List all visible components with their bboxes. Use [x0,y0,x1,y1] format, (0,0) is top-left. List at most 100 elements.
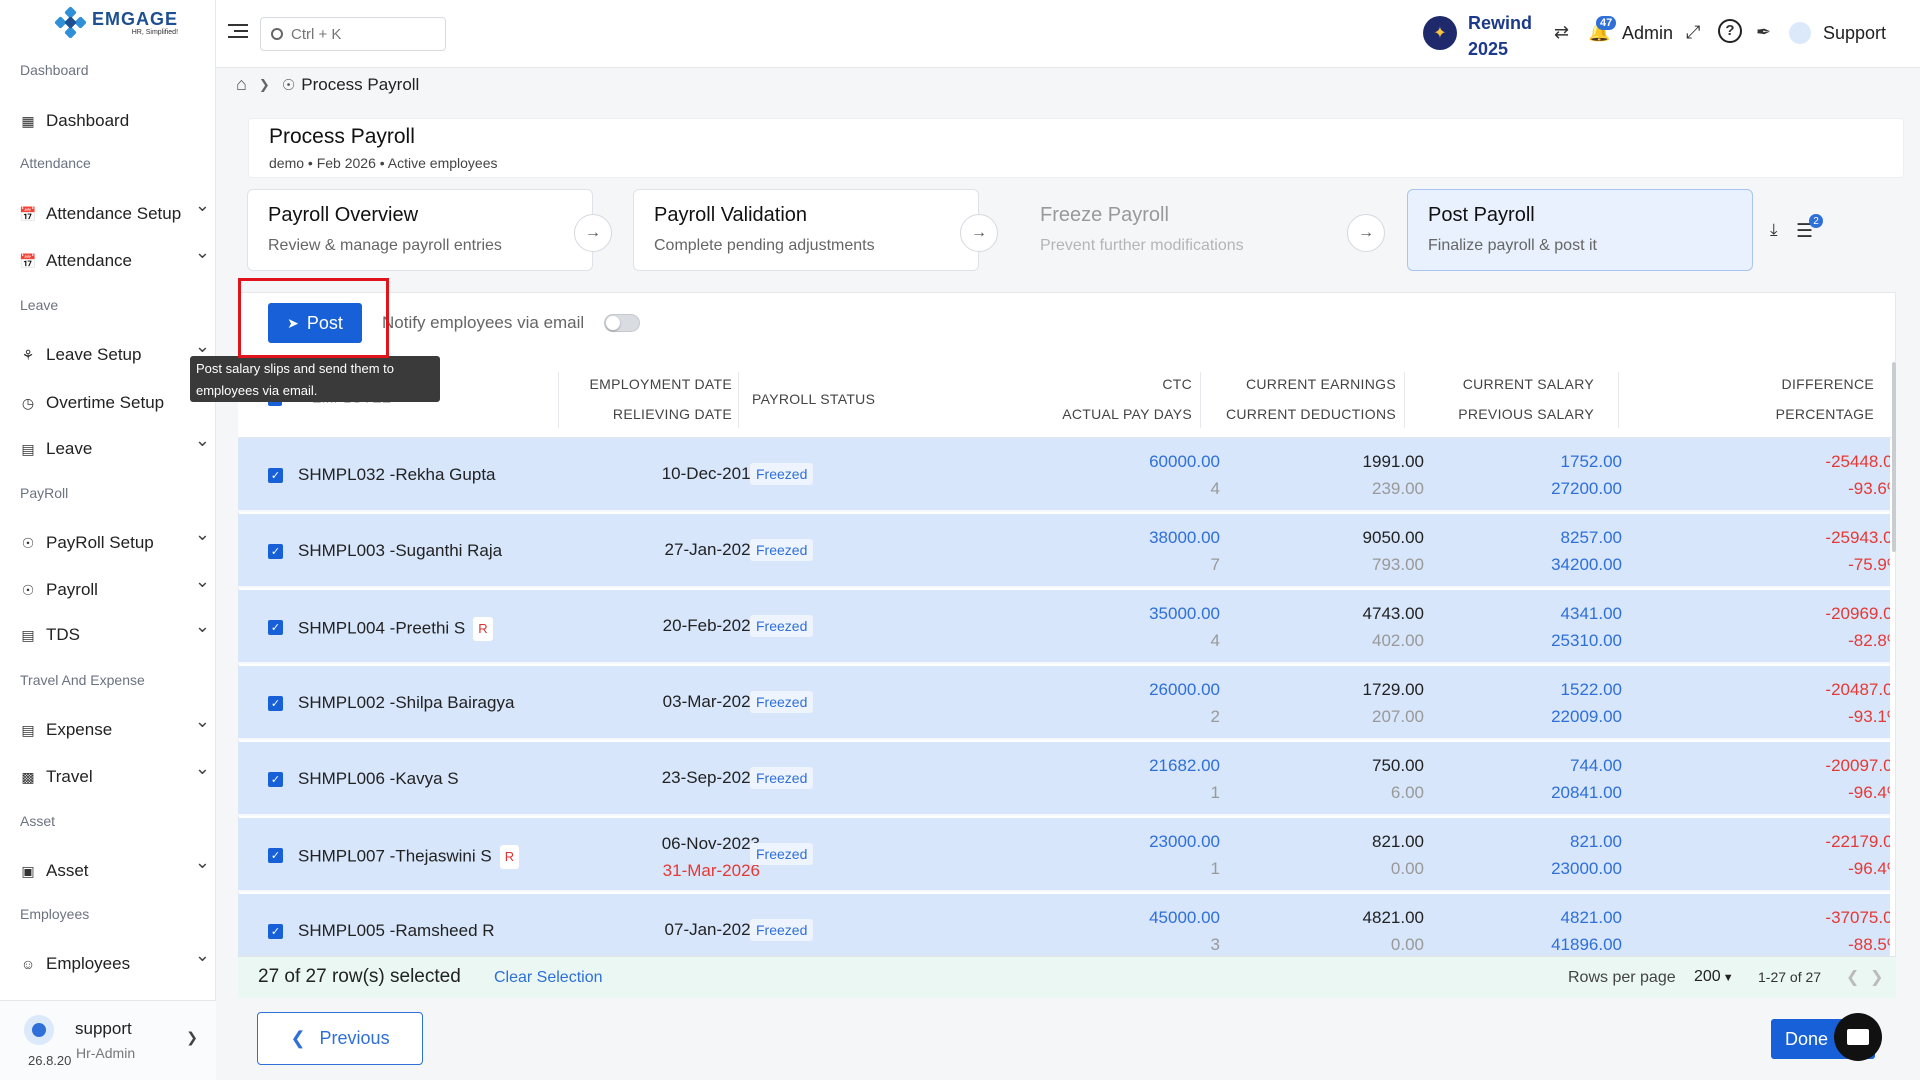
search-input[interactable] [291,25,431,43]
col-current-earnings[interactable]: CURRENT EARNINGS [1246,376,1396,392]
sidebar-item-dashboard[interactable]: ▦ Dashboard [20,104,210,138]
employee-name[interactable]: SHMPL006 -Kavya S [298,769,459,789]
table-row[interactable]: ✓ SHMPL003 -Suganthi Raja 27-Jan-2022 Freez… [238,514,1890,588]
col-ctc[interactable]: CTC [1162,376,1192,392]
col-difference[interactable]: DIFFERENCE [1782,376,1874,392]
search-box[interactable] [260,17,446,51]
support-menu[interactable]: Support [1823,23,1886,44]
current-salary-value[interactable]: 744.00 [1570,756,1622,776]
sidebar-item-attendance-setup[interactable]: 📅 Attendance Setup ⌄ [19,195,210,231]
notify-toggle[interactable] [604,314,640,332]
chevron-down-icon[interactable]: ⌄ [195,336,210,357]
ctc-value[interactable]: 21682.00 [1149,756,1220,776]
employee-name[interactable]: SHMPL002 -Shilpa Bairagya [298,693,514,713]
employee-name[interactable]: SHMPL007 -Thejaswini S R [298,845,520,869]
ctc-value[interactable]: 60000.00 [1149,452,1220,472]
row-checkbox[interactable]: ✓ [268,620,283,635]
row-checkbox[interactable]: ✓ [268,468,283,483]
sidebar-item-payroll-setup[interactable]: ☉ PayRoll Setup ⌄ [20,524,210,560]
chevron-down-icon[interactable]: ⌄ [195,571,210,592]
col-current-deductions[interactable]: CURRENT DEDUCTIONS [1226,406,1396,422]
current-salary-value[interactable]: 1522.00 [1561,680,1622,700]
current-salary-value[interactable]: 821.00 [1570,832,1622,852]
sidebar-item-travel[interactable]: ▩ Travel ⌄ [20,758,210,794]
sidebar-item-attendance[interactable]: 📅 Attendance ⌄ [19,242,210,278]
chevron-right-icon[interactable]: ❯ [186,1029,198,1046]
post-button[interactable]: ➤ Post [268,303,362,343]
table-row[interactable]: ✓ SHMPL032 -Rekha Gupta 10-Dec-2019 Freezed… [238,438,1890,512]
chevron-down-icon[interactable]: ⌄ [195,758,210,779]
row-checkbox[interactable]: ✓ [268,848,283,863]
sidebar-item-expense[interactable]: ▤ Expense ⌄ [20,711,210,747]
employee-name[interactable]: SHMPL003 -Suganthi Raja [298,541,502,561]
chevron-down-icon[interactable]: ⌄ [195,711,210,732]
sidebar-item-overtime-setup[interactable]: ◷Overtime Setup⌄ [20,384,210,420]
current-salary-value[interactable]: 4341.00 [1561,604,1622,624]
table-scrollbar[interactable] [1892,362,1896,552]
previous-salary-value[interactable]: 34200.00 [1551,555,1622,575]
next-page-icon[interactable]: ❯ [1870,967,1883,987]
employee-name[interactable]: SHMPL005 -Ramsheed R [298,921,495,941]
rewind-icon[interactable]: ✦ [1423,16,1457,50]
sidebar-item-leave[interactable]: ▤ Leave ⌄ [20,430,210,466]
chevron-down-icon[interactable]: ⌄ [195,430,210,451]
rewind-link[interactable]: Rewind 2025 [1468,10,1532,62]
prev-page-icon[interactable]: ❮ [1846,967,1859,987]
translate-icon[interactable]: ⇄ [1554,22,1569,43]
col-current-salary[interactable]: CURRENT SALARY [1463,376,1594,392]
previous-salary-value[interactable]: 23000.00 [1551,859,1622,879]
employee-name[interactable]: SHMPL032 -Rekha Gupta [298,465,496,485]
sidebar-item-tds[interactable]: ▤ TDS ⌄ [20,616,210,652]
current-salary-value[interactable]: 4821.00 [1561,908,1622,928]
previous-salary-value[interactable]: 41896.00 [1551,935,1622,955]
col-actual-pay-days[interactable]: ACTUAL PAY DAYS [1062,406,1192,422]
table-row[interactable]: ✓ SHMPL006 -Kavya S 23-Sep-2023 Freezed 2168… [238,742,1890,816]
chevron-down-icon[interactable]: ⌄ [195,242,210,263]
row-checkbox[interactable]: ✓ [268,772,283,787]
step-payroll-validation[interactable]: Payroll Validation Complete pending adju… [633,189,979,271]
current-salary-value[interactable]: 1752.00 [1561,452,1622,472]
ctc-value[interactable]: 23000.00 [1149,832,1220,852]
brand-logo[interactable]: EMGAGE HR, Simplified! [54,6,178,39]
col-payroll-status[interactable]: PAYROLL STATUS [752,391,875,407]
step-post-payroll[interactable]: Post Payroll Finalize payroll & post it [1407,189,1753,271]
clear-selection-link[interactable]: Clear Selection [494,969,603,987]
chevron-down-icon[interactable]: ⌄ [195,524,210,545]
menu-toggle-icon[interactable] [228,24,248,40]
admin-switch[interactable]: Admin [1622,23,1673,44]
help-icon[interactable]: ? [1718,19,1742,43]
table-row[interactable]: ✓ SHMPL007 -Thejaswini S R 06-Nov-2023 31-Ma… [238,818,1890,892]
ctc-value[interactable]: 45000.00 [1149,908,1220,928]
chevron-down-icon[interactable]: ⌄ [195,852,210,873]
row-checkbox[interactable]: ✓ [268,924,283,939]
mail-icon[interactable] [1834,1013,1882,1061]
table-row[interactable]: ✓ SHMPL005 -Ramsheed R 07-Jan-2024 Freezed 4… [238,894,1890,956]
previous-salary-value[interactable]: 22009.00 [1551,707,1622,727]
step-freeze-payroll[interactable]: Freeze Payroll Prevent further modificat… [1019,189,1365,271]
employee-name[interactable]: SHMPL004 -Preethi S R [298,617,493,641]
pin-icon[interactable]: ✒ [1756,22,1771,43]
col-percentage[interactable]: PERCENTAGE [1776,406,1874,422]
chevron-down-icon[interactable]: ⌄ [195,616,210,637]
chevron-down-icon[interactable]: ⌄ [195,945,210,966]
fullscreen-icon[interactable]: ⤢ [1686,22,1700,43]
table-row[interactable]: ✓ SHMPL004 -Preethi S R 20-Feb-2023 Freezed 3… [238,590,1890,664]
current-salary-value[interactable]: 8257.00 [1561,528,1622,548]
rows-per-page-select[interactable]: 200 ▼ [1694,968,1734,986]
download-icon[interactable]: ⤓ [1770,220,1778,240]
sidebar-item-asset[interactable]: ▣ Asset ⌄ [20,852,210,888]
step-payroll-overview[interactable]: Payroll Overview Review & manage payroll… [247,189,593,271]
previous-button[interactable]: ❮ Previous [257,1012,423,1065]
row-checkbox[interactable]: ✓ [268,696,283,711]
sidebar-item-employees[interactable]: ☺ Employees ⌄ [20,945,210,981]
chevron-down-icon[interactable]: ⌄ [195,195,210,216]
col-employment-date[interactable]: EMPLOYMENT DATE [590,376,732,392]
row-checkbox[interactable]: ✓ [268,544,283,559]
col-relieving-date[interactable]: RELIEVING DATE [613,406,732,422]
col-previous-salary[interactable]: PREVIOUS SALARY [1458,406,1594,422]
previous-salary-value[interactable]: 20841.00 [1551,783,1622,803]
ctc-value[interactable]: 35000.00 [1149,604,1220,624]
ctc-value[interactable]: 26000.00 [1149,680,1220,700]
previous-salary-value[interactable]: 27200.00 [1551,479,1622,499]
ctc-value[interactable]: 38000.00 [1149,528,1220,548]
